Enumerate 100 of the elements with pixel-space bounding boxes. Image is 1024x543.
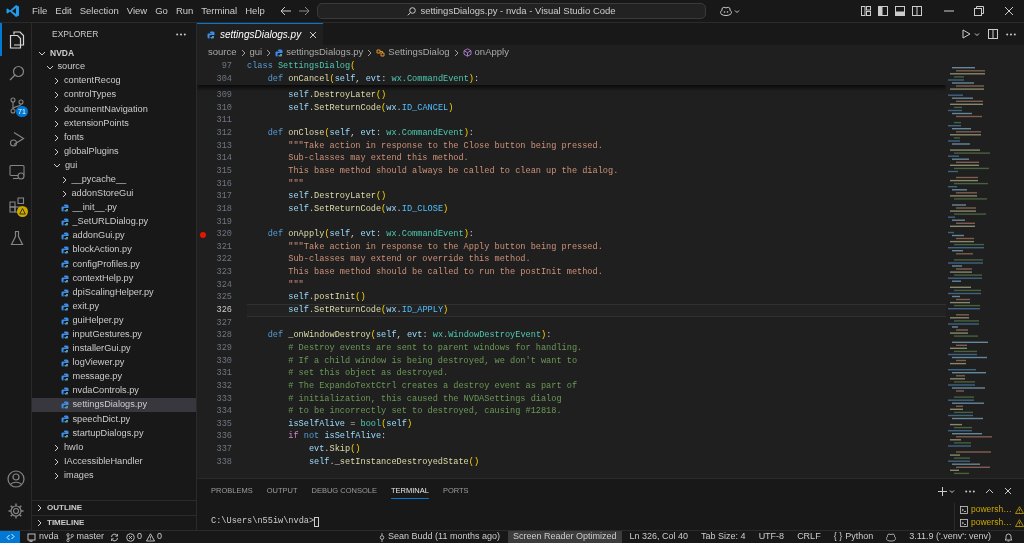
copilot-icon[interactable]	[720, 6, 732, 16]
sidebar-section-header[interactable]: OUTLINE	[32, 500, 196, 515]
line-number: 325	[215, 291, 232, 305]
status-item[interactable]: Screen Reader Optimized	[508, 531, 622, 543]
restore-icon[interactable]	[974, 6, 984, 16]
status-item[interactable]: nvda	[27, 530, 59, 543]
tree-item[interactable]: logViewer.py	[32, 356, 196, 371]
line-number: 337	[215, 443, 232, 456]
code-line: """Take action in response to the Close button being pressed.	[287, 139, 604, 153]
tree-item[interactable]: controlTypes	[32, 88, 196, 103]
plus-icon[interactable]	[938, 486, 947, 496]
problems-indicator[interactable]: 0 0	[126, 530, 163, 543]
close-icon[interactable]	[1004, 487, 1012, 495]
tree-item[interactable]: globalPlugins	[32, 144, 196, 159]
code-line: # If a child window is being destroyed, we don't want to	[287, 354, 579, 368]
status-item[interactable]: Ln 326, Col 40	[624, 531, 694, 543]
tree-item[interactable]: IAccessibleHandler	[32, 454, 196, 469]
status-item[interactable]: UTF-8	[753, 531, 790, 543]
code-line: self._setInstanceDestroyedState()	[307, 455, 481, 469]
menu-item[interactable]: Selection	[75, 3, 123, 19]
tree-item[interactable]: guiHelper.py	[32, 313, 196, 328]
settings-icon[interactable]	[6, 502, 25, 520]
tree-item[interactable]: addonStoreGui	[32, 186, 196, 202]
breadcrumb-item[interactable]: onApply	[462, 45, 509, 60]
chevron-up-icon[interactable]	[985, 488, 994, 494]
run-icon[interactable]	[962, 29, 971, 39]
tree-item[interactable]: settingsDialogs.py	[32, 398, 196, 413]
tree-item[interactable]: contextHelp.py	[32, 271, 196, 286]
language-mode[interactable]: { } Python	[828, 531, 879, 543]
close-icon[interactable]	[309, 30, 318, 39]
tree-item[interactable]: _SetURLDialog.py	[32, 215, 196, 230]
layout-icon[interactable]	[861, 6, 871, 16]
tree-item[interactable]: blockAction.py	[32, 243, 196, 258]
menu-item[interactable]: Terminal	[197, 3, 242, 19]
tree-item[interactable]: fonts	[32, 130, 196, 145]
tree-item[interactable]: exit.py	[32, 299, 196, 314]
menu-item[interactable]: File	[28, 3, 52, 19]
terminal-icon	[960, 518, 968, 527]
caret-icon[interactable]	[949, 488, 955, 494]
line-number: 323	[215, 266, 232, 279]
status-item[interactable]: master	[65, 530, 105, 543]
tree-item[interactable]: images	[32, 468, 196, 483]
terminal-session[interactable]: powersh…	[955, 516, 1024, 529]
breadcrumb-item[interactable]: gui	[249, 45, 263, 60]
close-icon[interactable]	[1004, 6, 1014, 16]
menu-item[interactable]: Edit	[51, 3, 76, 19]
tree-item[interactable]: inputGestures.py	[32, 327, 196, 342]
tree-item[interactable]: extensionPoints	[32, 116, 196, 131]
breadcrumb-item[interactable]: SettingsDialog	[376, 45, 450, 60]
code-line: isSelfAlive = bool(self)	[287, 417, 414, 431]
forward-arrow-icon[interactable]	[298, 6, 310, 16]
editor-tab[interactable]: settingsDialogs.py	[197, 23, 324, 45]
split-layout-icon[interactable]	[912, 6, 922, 16]
status-item[interactable]: 3.11.9 ('.venv': venv)	[904, 531, 996, 543]
tree-item[interactable]: nvdaControls.py	[32, 384, 196, 399]
line-number: 338	[215, 455, 232, 469]
more-icon[interactable]	[176, 33, 186, 36]
menu-item[interactable]: View	[122, 3, 152, 19]
tree-item[interactable]: gui	[32, 158, 196, 173]
sync-button[interactable]	[110, 532, 120, 542]
breakpoint-icon[interactable]	[200, 231, 206, 238]
tree-item[interactable]: __init__.py	[32, 201, 196, 216]
tree-item[interactable]: dpiScalingHelper.py	[32, 285, 196, 300]
tree-item[interactable]: contentRecog	[32, 74, 196, 89]
caret-icon[interactable]	[974, 31, 980, 37]
tree-item[interactable]: speechDict.py	[32, 412, 196, 427]
command-center[interactable]: settingsDialogs.py - nvda - Visual Studio Code	[317, 3, 706, 19]
code-line: This base method should be called to run the postInit method.	[287, 266, 604, 279]
breadcrumb-item[interactable]: source	[208, 45, 237, 60]
status-item[interactable]: Tab Size: 4	[696, 531, 751, 543]
tree-item[interactable]: installerGui.py	[32, 341, 196, 357]
app-logo-icon[interactable]	[6, 4, 20, 18]
back-arrow-icon[interactable]	[280, 6, 292, 16]
tree-item[interactable]: source	[32, 60, 196, 75]
sidebar-title: EXPLORER	[52, 28, 99, 41]
caret-icon[interactable]	[734, 8, 740, 14]
git-blame-item[interactable]: Sean Budd (11 months ago)	[374, 531, 505, 543]
menu-item[interactable]: Help	[241, 3, 269, 19]
terminal-session[interactable]: powersh…	[955, 503, 1024, 516]
split-editor-icon[interactable]	[988, 29, 998, 39]
code-line: self.SetReturnCode(wx.ID_CANCEL)	[287, 101, 455, 115]
tree-item[interactable]: hwIo	[32, 440, 196, 455]
python-file-icon	[60, 429, 69, 438]
more-icon[interactable]	[965, 489, 975, 493]
sidebar-toggle-icon[interactable]	[878, 6, 888, 16]
account-icon[interactable]	[6, 470, 25, 488]
tree-item[interactable]: message.py	[32, 370, 196, 385]
breadcrumb-item[interactable]: settingsDialogs.py	[275, 45, 364, 60]
menu-item[interactable]: Go	[151, 3, 172, 19]
tree-item[interactable]: __pycache__	[32, 172, 196, 187]
status-item[interactable]: CRLF	[792, 531, 826, 543]
tree-item[interactable]: documentNavigation	[32, 102, 196, 117]
panel-toggle-icon[interactable]	[895, 6, 905, 16]
tree-item[interactable]: startupDialogs.py	[32, 426, 196, 441]
menu-item[interactable]: Run	[171, 3, 198, 19]
tree-item[interactable]: configProfiles.py	[32, 257, 196, 272]
tree-item[interactable]: addonGui.py	[32, 229, 196, 244]
repo-icon	[27, 532, 36, 542]
more-icon[interactable]	[1006, 32, 1016, 36]
tree-item[interactable]: NVDA	[32, 46, 196, 61]
